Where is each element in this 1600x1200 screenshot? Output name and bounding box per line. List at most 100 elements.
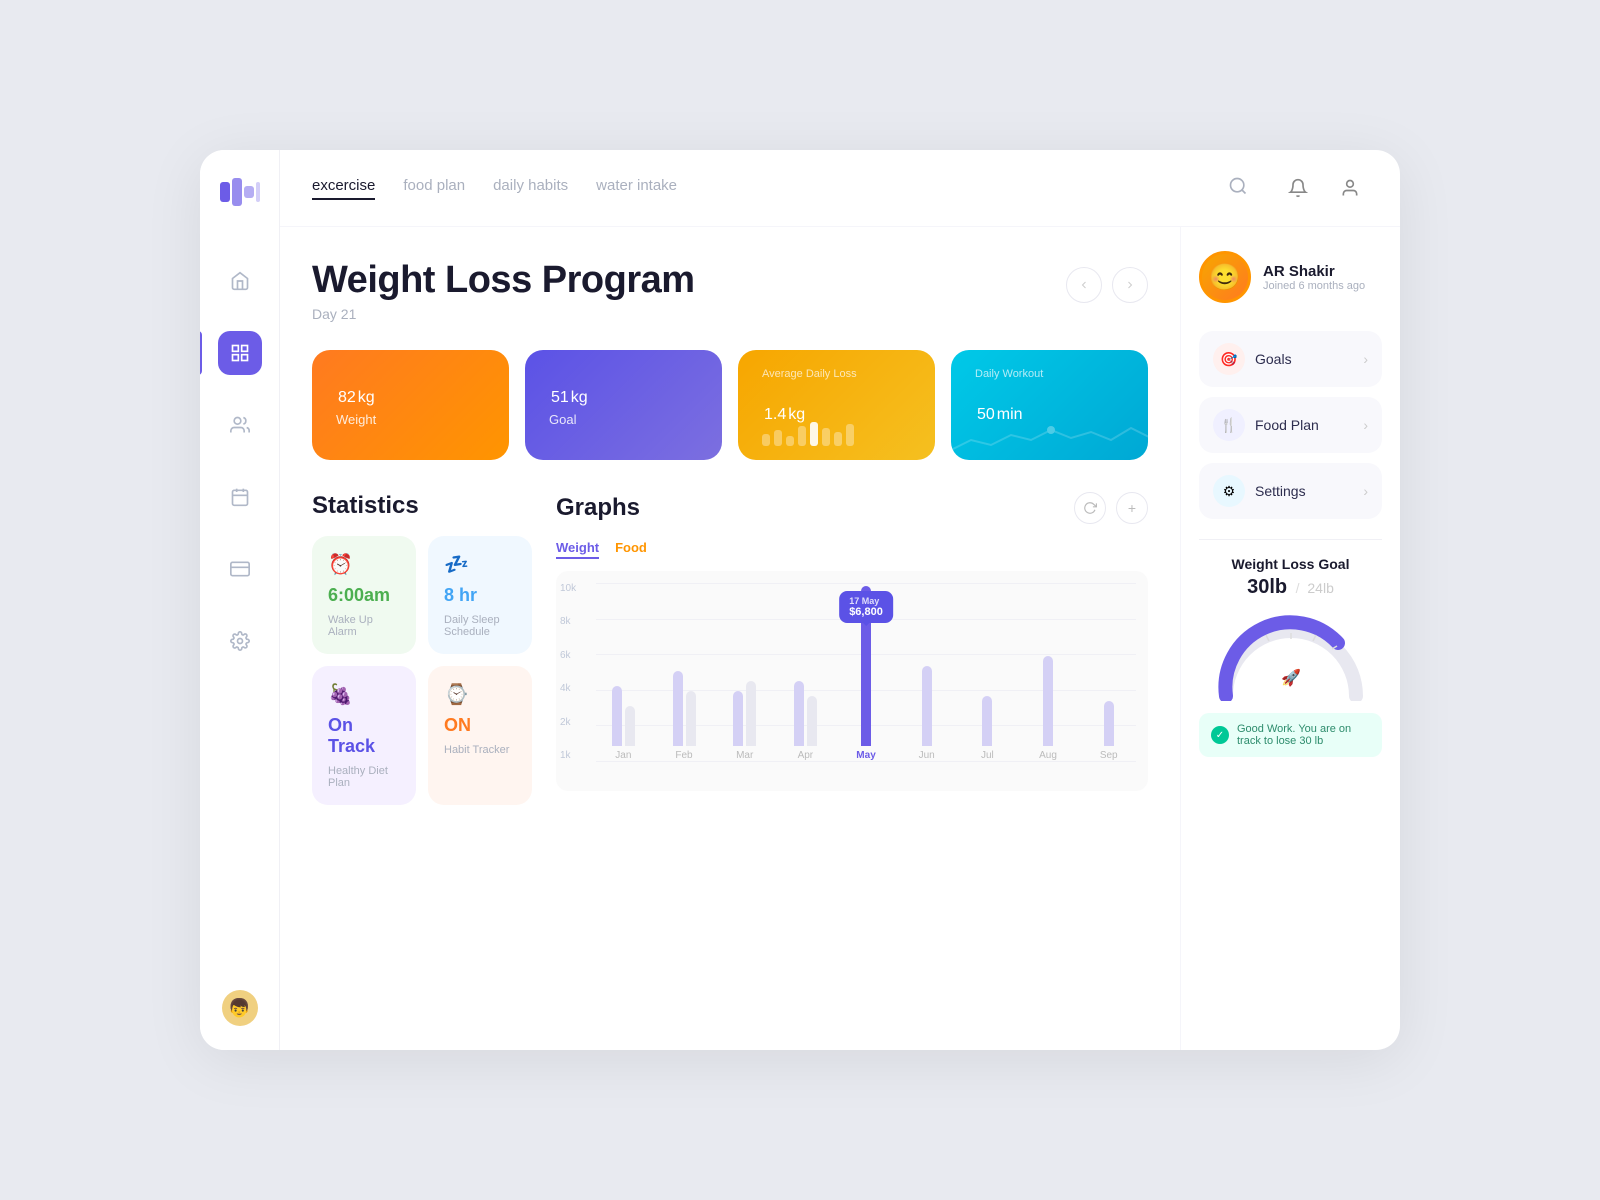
menu-item-goals[interactable]: 🎯 Goals › <box>1199 331 1382 387</box>
graphs-title: Graphs <box>556 494 640 522</box>
weight-label: Weight <box>336 412 485 427</box>
gauge-svg: 🚀 <box>1211 611 1371 701</box>
sidebar-item-card[interactable] <box>218 547 262 591</box>
profile-button[interactable] <box>1332 170 1368 206</box>
main-content: excercise food plan daily habits water i… <box>280 150 1400 1050</box>
next-arrow-button[interactable] <box>1112 267 1148 303</box>
metrics-row: 82kg Weight 51kg Goal <box>312 350 1148 460</box>
goal-label: Goal <box>549 412 698 427</box>
sidebar-item-dashboard[interactable] <box>218 331 262 375</box>
bar-primary <box>922 666 932 746</box>
graph-bar-pair <box>778 583 833 746</box>
dashboard: Weight Loss Program Day 21 <box>280 227 1180 1050</box>
gauge-container: 🚀 <box>1211 611 1371 701</box>
notification-button[interactable] <box>1280 170 1316 206</box>
graph-month-group: Jul <box>960 583 1015 761</box>
graph-bar-pair <box>596 583 651 746</box>
stat-card-tracker[interactable]: ⌚ ON Habit Tracker <box>428 666 532 805</box>
goal-value: 51kg <box>549 372 698 408</box>
tab-exercise[interactable]: excercise <box>312 177 375 200</box>
user-name: AR Shakir <box>1263 263 1365 280</box>
bar-primary <box>612 686 622 746</box>
success-message: Good Work. You are on track to lose 30 l… <box>1237 723 1370 747</box>
graph-bar-pair <box>899 583 954 746</box>
right-panel: 😊 AR Shakir Joined 6 months ago 🎯 Goals <box>1180 227 1400 1050</box>
graph-add-button[interactable]: + <box>1116 492 1148 524</box>
sidebar-item-settings[interactable] <box>218 619 262 663</box>
app-container: 👦 excercise food plan daily habits water… <box>200 150 1400 1050</box>
nav-arrows <box>1066 267 1148 303</box>
month-label: Jun <box>919 750 935 761</box>
success-banner: ✓ Good Work. You are on track to lose 30… <box>1199 713 1382 757</box>
month-label: Mar <box>736 750 753 761</box>
stat-card-diet[interactable]: 🍇 On Track Healthy Diet Plan <box>312 666 416 805</box>
goal-divider: / <box>1296 580 1304 596</box>
user-info: AR Shakir Joined 6 months ago <box>1263 263 1365 292</box>
search-button[interactable] <box>1228 176 1248 201</box>
y-label-2k: 2k <box>560 717 576 728</box>
menu-items: 🎯 Goals › 🍴 Food Plan › <box>1199 331 1382 519</box>
graphs-section: Graphs + <box>556 492 1148 805</box>
nav-tabs: excercise food plan daily habits water i… <box>312 177 1196 200</box>
avg-loss-bars <box>762 416 854 446</box>
food-plan-icon: 🍴 <box>1213 409 1245 441</box>
tab-water-intake[interactable]: water intake <box>596 177 677 200</box>
stat-card-alarm[interactable]: ⏰ 6:00am Wake Up Alarm <box>312 536 416 654</box>
dashboard-header: Weight Loss Program Day 21 <box>312 259 1148 322</box>
stat-card-sleep[interactable]: 💤 8 hr Daily Sleep Schedule <box>428 536 532 654</box>
graph-bars-container: JanFebMarApr17 May$6,800MayJunJulAugSep <box>596 583 1136 761</box>
y-label-6k: 6k <box>560 650 576 661</box>
weight-goal-title: Weight Loss Goal <box>1199 556 1382 572</box>
month-label: Apr <box>798 750 814 761</box>
legend-weight[interactable]: Weight <box>556 540 599 559</box>
weight-goal-section: Weight Loss Goal 30lb / 24lb <box>1199 539 1382 757</box>
legend-food[interactable]: Food <box>615 540 647 559</box>
bar-secondary <box>807 696 817 746</box>
tracker-label: Habit Tracker <box>444 744 516 756</box>
month-label: May <box>856 750 875 761</box>
metric-card-goal[interactable]: 51kg Goal <box>525 350 722 460</box>
graph-bar-pair <box>960 583 1015 746</box>
graph-controls: + <box>1074 492 1148 524</box>
graph-month-group: Apr <box>778 583 833 761</box>
menu-item-food-plan[interactable]: 🍴 Food Plan › <box>1199 397 1382 453</box>
month-label: Sep <box>1100 750 1118 761</box>
sidebar-nav <box>218 259 262 958</box>
goals-chevron: › <box>1363 351 1368 367</box>
bar-primary <box>1043 656 1053 746</box>
prev-arrow-button[interactable] <box>1066 267 1102 303</box>
sidebar-user-avatar[interactable]: 👦 <box>222 990 258 1026</box>
graph-month-group: 17 May$6,800May <box>839 583 894 761</box>
day-subtitle: Day 21 <box>312 306 695 322</box>
bar-primary <box>982 696 992 746</box>
app-logo[interactable] <box>220 178 260 211</box>
goals-label: Goals <box>1255 351 1292 367</box>
bar-primary <box>794 681 804 746</box>
alarm-value: 6:00am <box>328 585 400 606</box>
tab-food-plan[interactable]: food plan <box>403 177 465 200</box>
graph-month-group: Aug <box>1021 583 1076 761</box>
month-label: Feb <box>675 750 692 761</box>
svg-text:🚀: 🚀 <box>1281 668 1301 687</box>
metric-card-weight[interactable]: 82kg Weight <box>312 350 509 460</box>
user-profile: 😊 AR Shakir Joined 6 months ago <box>1199 251 1382 303</box>
weight-value: 82kg <box>336 372 485 408</box>
y-label-10k: 10k <box>560 583 576 594</box>
sidebar-item-calendar[interactable] <box>218 475 262 519</box>
tab-daily-habits[interactable]: daily habits <box>493 177 568 200</box>
bar-primary <box>1104 701 1114 746</box>
alarm-label: Wake Up Alarm <box>328 614 400 638</box>
sidebar-item-home[interactable] <box>218 259 262 303</box>
graph-month-group: Jun <box>899 583 954 761</box>
content-area: Weight Loss Program Day 21 <box>280 227 1400 1050</box>
graph-bar-pair <box>1081 583 1136 746</box>
graph-refresh-button[interactable] <box>1074 492 1106 524</box>
food-plan-chevron: › <box>1363 417 1368 433</box>
diet-value: On Track <box>328 715 400 757</box>
metric-card-workout[interactable]: Daily Workout 50min <box>951 350 1148 460</box>
user-avatar[interactable]: 😊 <box>1199 251 1251 303</box>
metric-card-avg-loss[interactable]: Average Daily Loss 1.4kg <box>738 350 935 460</box>
bar-secondary <box>625 706 635 746</box>
sidebar-item-users[interactable] <box>218 403 262 447</box>
menu-item-settings[interactable]: ⚙ Settings › <box>1199 463 1382 519</box>
